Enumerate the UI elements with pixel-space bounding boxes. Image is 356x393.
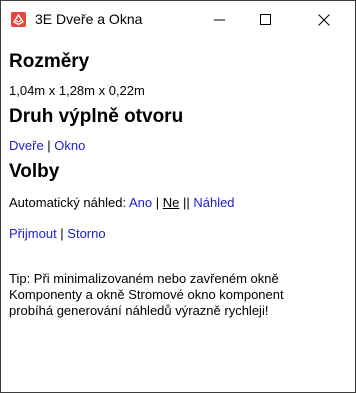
double-separator: ||: [179, 195, 194, 210]
separator: |: [152, 195, 163, 210]
actions-row: Přijmout | Storno: [9, 226, 106, 241]
title-bar[interactable]: 3E Dveře a Okna: [1, 1, 355, 39]
maximize-button[interactable]: [243, 1, 289, 39]
window-link[interactable]: Okno: [54, 138, 85, 153]
maximize-icon: [260, 14, 271, 25]
separator: |: [43, 138, 55, 153]
door-link[interactable]: Dveře: [9, 138, 44, 153]
minimize-button[interactable]: [197, 1, 243, 39]
cancel-link[interactable]: Storno: [67, 226, 105, 241]
dimensions-value: 1,04m x 1,28m x 0,22m: [9, 83, 145, 98]
dimensions-heading: Rozměry: [9, 51, 90, 72]
options-heading: Volby: [9, 161, 60, 182]
app-window: 3E Dveře a Okna Rozměry 1,04m x 1,28m x …: [0, 0, 356, 393]
tip-text: Tip: Při minimalizovaném nebo zavřeném o…: [9, 271, 284, 318]
preview-link[interactable]: Náhled: [193, 195, 234, 210]
close-icon: [318, 14, 330, 26]
close-button[interactable]: [301, 1, 347, 39]
auto-preview-label: Automatický náhled:: [9, 195, 127, 210]
auto-preview-row: Automatický náhled: Ano | Ne || Náhled: [9, 195, 235, 210]
fill-type-heading: Druh výplně otvoru: [9, 106, 184, 127]
sketchup-app-icon: [11, 12, 26, 27]
auto-preview-no-link[interactable]: Ne: [163, 195, 180, 210]
accept-link[interactable]: Přijmout: [9, 226, 57, 241]
auto-preview-yes-link[interactable]: Ano: [129, 195, 152, 210]
separator: |: [56, 226, 68, 241]
fill-type-options: Dveře | Okno: [9, 138, 85, 153]
window-title: 3E Dveře a Okna: [35, 11, 143, 27]
minimize-icon: [214, 19, 225, 21]
